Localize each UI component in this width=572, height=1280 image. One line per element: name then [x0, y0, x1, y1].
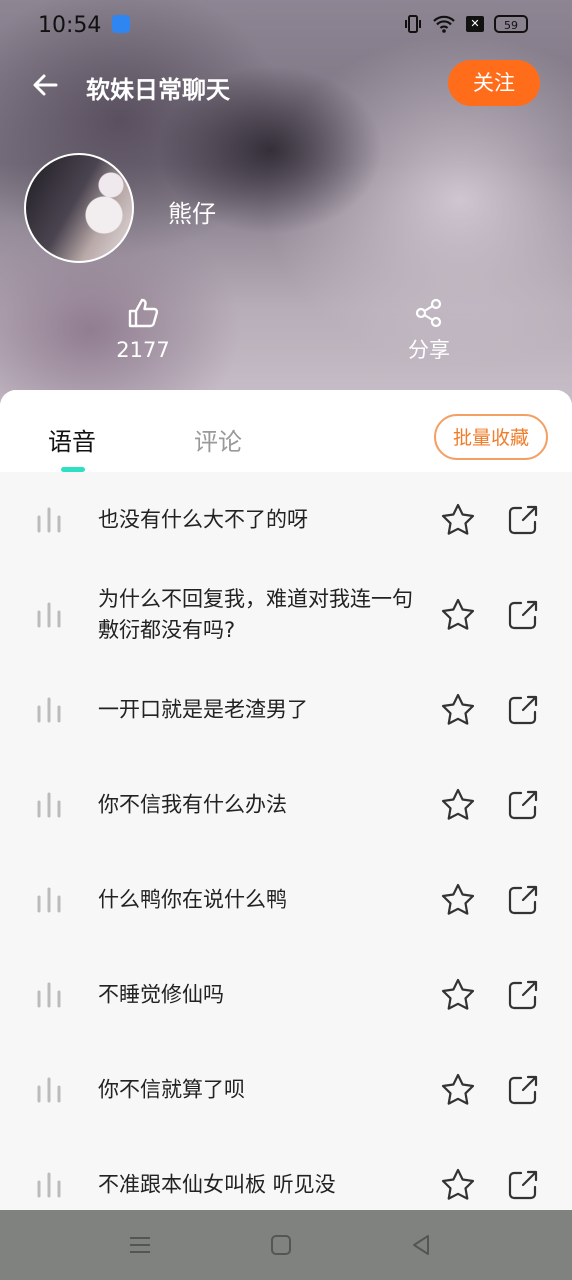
- share-icon: [415, 298, 442, 328]
- page-title: 软妹日常聊天: [86, 76, 230, 104]
- share-out-icon[interactable]: [506, 978, 540, 1012]
- audio-bars-icon[interactable]: [36, 1172, 62, 1198]
- home-icon[interactable]: [268, 1232, 294, 1258]
- share-out-icon[interactable]: [506, 883, 540, 917]
- star-icon[interactable]: [440, 1072, 476, 1108]
- list-item[interactable]: 不睡觉修仙吗: [0, 947, 572, 1042]
- share-out-icon[interactable]: [506, 693, 540, 727]
- battery-icon: 59: [494, 15, 528, 33]
- star-icon[interactable]: [440, 882, 476, 918]
- list-item[interactable]: 什么鸭你在说什么鸭: [0, 852, 572, 947]
- list-item[interactable]: 为什么不回复我，难道对我连一句敷衍都没有吗?: [0, 567, 572, 662]
- star-icon[interactable]: [440, 977, 476, 1013]
- back-nav-icon[interactable]: [408, 1232, 434, 1258]
- thumbs-up-icon: [128, 298, 159, 328]
- voice-item-text: 不准跟本仙女叫板 听见没: [98, 1172, 336, 1196]
- list-item[interactable]: 也没有什么大不了的呀: [0, 472, 572, 567]
- voice-item-text: 什么鸭你在说什么鸭: [98, 887, 287, 911]
- share-label: 分享: [408, 338, 450, 362]
- audio-bars-icon[interactable]: [36, 507, 62, 533]
- back-arrow-icon[interactable]: [30, 70, 60, 100]
- voice-item-text: 不睡觉修仙吗: [98, 982, 224, 1006]
- star-icon[interactable]: [440, 1167, 476, 1203]
- audio-bars-icon[interactable]: [36, 792, 62, 818]
- avatar[interactable]: [24, 153, 134, 263]
- list-item[interactable]: 你不信我有什么办法: [0, 757, 572, 852]
- sim-off-icon: ✕: [466, 16, 484, 32]
- status-bar: 10:54 ✕ 59: [0, 0, 572, 52]
- voice-item-text: 你不信就算了呗: [98, 1077, 245, 1101]
- wifi-icon: [433, 15, 455, 33]
- star-icon[interactable]: [440, 597, 476, 633]
- author-nickname: 熊仔: [168, 200, 216, 228]
- status-time: 10:54: [38, 13, 102, 38]
- batch-favorite-button[interactable]: 批量收藏: [434, 414, 548, 460]
- tab-voice[interactable]: 语音: [48, 422, 96, 457]
- audio-bars-icon[interactable]: [36, 697, 62, 723]
- audio-bars-icon[interactable]: [36, 887, 62, 913]
- star-icon[interactable]: [440, 787, 476, 823]
- share-out-icon[interactable]: [506, 788, 540, 822]
- share-out-icon[interactable]: [506, 1073, 540, 1107]
- vibrate-icon: [405, 15, 421, 33]
- share-out-icon[interactable]: [506, 598, 540, 632]
- top-bar: 软妹日常聊天 关注: [0, 60, 572, 112]
- system-nav-bar: [0, 1210, 572, 1280]
- voice-item-text: 也没有什么大不了的呀: [98, 507, 308, 531]
- like-button[interactable]: 2177: [112, 296, 174, 362]
- list-item[interactable]: 一开口就是是老渣男了: [0, 662, 572, 757]
- audio-bars-icon[interactable]: [36, 602, 62, 628]
- voice-item-text: 你不信我有什么办法: [98, 792, 287, 816]
- tab-bar: 语音 评论 批量收藏: [0, 390, 572, 472]
- follow-button[interactable]: 关注: [448, 60, 540, 106]
- like-count: 2177: [116, 338, 170, 362]
- menu-icon[interactable]: [127, 1232, 153, 1258]
- voice-item-text: 为什么不回复我，难道对我连一句敷衍都没有吗?: [98, 586, 413, 642]
- voice-item-text: 一开口就是是老渣男了: [98, 697, 308, 721]
- list-item[interactable]: 不准跟本仙女叫板 听见没: [0, 1137, 572, 1210]
- content-panel: 语音 评论 批量收藏 也没有什么大不了的呀 为什么不回复我，难道对我连一句敷衍都…: [0, 390, 572, 1210]
- star-icon[interactable]: [440, 502, 476, 538]
- share-button[interactable]: 分享: [400, 298, 458, 364]
- tab-comments[interactable]: 评论: [194, 422, 242, 457]
- list-item[interactable]: 你不信就算了呗: [0, 1042, 572, 1137]
- notification-app-icon: [112, 15, 130, 33]
- star-icon[interactable]: [440, 692, 476, 728]
- audio-bars-icon[interactable]: [36, 982, 62, 1008]
- share-out-icon[interactable]: [506, 1168, 540, 1202]
- audio-bars-icon[interactable]: [36, 1077, 62, 1103]
- share-out-icon[interactable]: [506, 503, 540, 537]
